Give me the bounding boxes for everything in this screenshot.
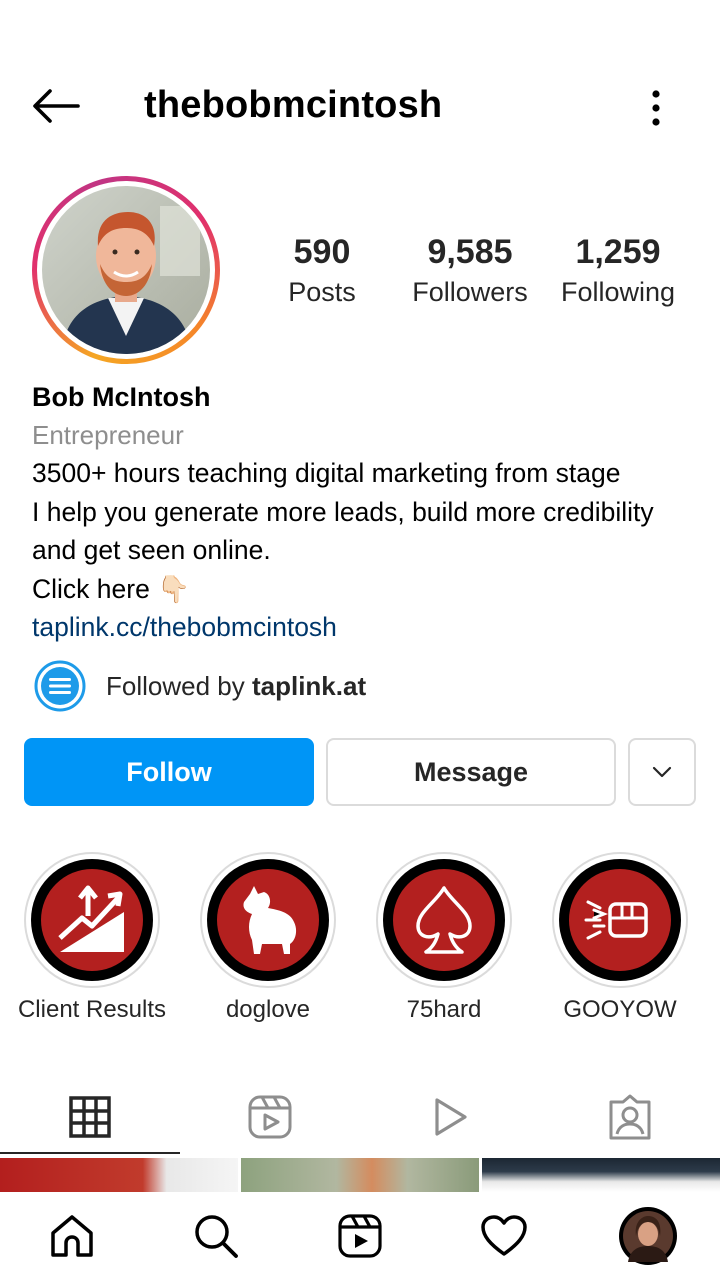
nav-activity[interactable] [432,1192,576,1280]
tagged-icon [609,1094,651,1140]
tab-reels[interactable] [180,1078,360,1156]
followers-count[interactable]: 9,585 Followers [400,232,540,312]
heart-icon [481,1215,527,1256]
more-vertical-icon [652,90,660,126]
highlight-ring [24,852,160,988]
highlight-75hard[interactable]: 75hard [376,852,512,1023]
search-icon [195,1215,238,1258]
growth-chart-icon [58,885,124,952]
avatar-frame [37,181,215,359]
posts-label: Posts [288,277,356,307]
highlight-label: 75hard [406,996,482,1023]
cta-text: Click here [32,573,150,604]
profile-username: thebobmcintosh [144,84,443,126]
bio-cta: Click here 👇🏻 [32,570,702,609]
followers-label: Followers [412,277,528,307]
chevron-down-icon [652,766,672,778]
home-icon [51,1215,93,1257]
back-button[interactable] [28,82,84,130]
profile-header: thebobmcintosh [0,60,720,150]
message-button[interactable]: Message [326,738,616,806]
highlight-ring [376,852,512,988]
profile-name: Bob McIntosh [32,382,211,412]
posts-count[interactable]: 590 Posts [262,232,382,312]
reels-icon [248,1095,292,1139]
bottom-navigation [0,1192,720,1280]
highlight-ring [552,852,688,988]
profile-photo [42,186,210,354]
bio-link[interactable]: taplink.cc/thebobmcintosh [32,608,702,646]
follow-button[interactable]: Follow [24,738,314,806]
play-icon [435,1098,467,1136]
post-thumbnail[interactable] [0,1158,238,1192]
suggested-accounts-button[interactable] [628,738,696,806]
bio-line: and get seen online. [32,535,271,565]
fist-icon [584,900,648,940]
post-thumbnail[interactable] [241,1158,479,1192]
following-value: 1,259 [575,233,661,271]
grid-icon [69,1096,111,1138]
arrow-left-icon [33,89,80,123]
highlight-ring [200,852,336,988]
profile-category: Entrepreneur [32,420,184,450]
followers-value: 9,585 [427,233,513,271]
highlight-label: doglove [225,996,311,1023]
followed-by-prefix: Followed by [106,670,245,701]
tab-grid[interactable] [0,1078,180,1156]
nav-home[interactable] [0,1192,144,1280]
followed-by-account: taplink.at [251,670,367,701]
bio-line: I help you generate more leads, build mo… [32,496,654,527]
profile-content-tabs [0,1078,720,1156]
nav-search[interactable] [144,1192,288,1280]
options-button[interactable] [636,84,676,132]
posts-grid [0,1158,720,1192]
reels-icon [338,1214,382,1258]
bio-line: 3500+ hours teaching digital marketing f… [32,458,621,488]
dog-icon [243,886,297,954]
followed-by-text: Followed by taplink.at [106,671,366,702]
profile-bio: Bob McIntosh Entrepreneur 3500+ hours te… [32,378,702,646]
following-label: Following [560,277,676,307]
followed-by[interactable]: Followed by taplink.at [34,660,366,712]
pointing-down-emoji: 👇🏻 [157,573,191,604]
tab-videos[interactable] [360,1078,540,1156]
story-ring[interactable] [32,176,220,364]
highlight-client-results[interactable]: Client Results [18,852,166,1023]
taplink-avatar-icon [34,660,86,712]
highlight-doglove[interactable]: doglove [200,852,336,1023]
highlight-gooyow[interactable]: GOOYOW [552,852,688,1023]
active-tab-indicator [0,1152,180,1154]
highlight-label: GOOYOW [563,996,677,1023]
tab-tagged[interactable] [540,1078,720,1156]
avatar-icon [619,1207,677,1265]
post-thumbnail[interactable] [482,1158,720,1192]
following-count[interactable]: 1,259 Following [548,232,688,312]
nav-profile[interactable] [576,1192,720,1280]
posts-value: 590 [293,233,351,271]
nav-reels[interactable] [288,1192,432,1280]
highlight-label: Client Results [17,996,167,1023]
spade-icon [416,886,472,954]
